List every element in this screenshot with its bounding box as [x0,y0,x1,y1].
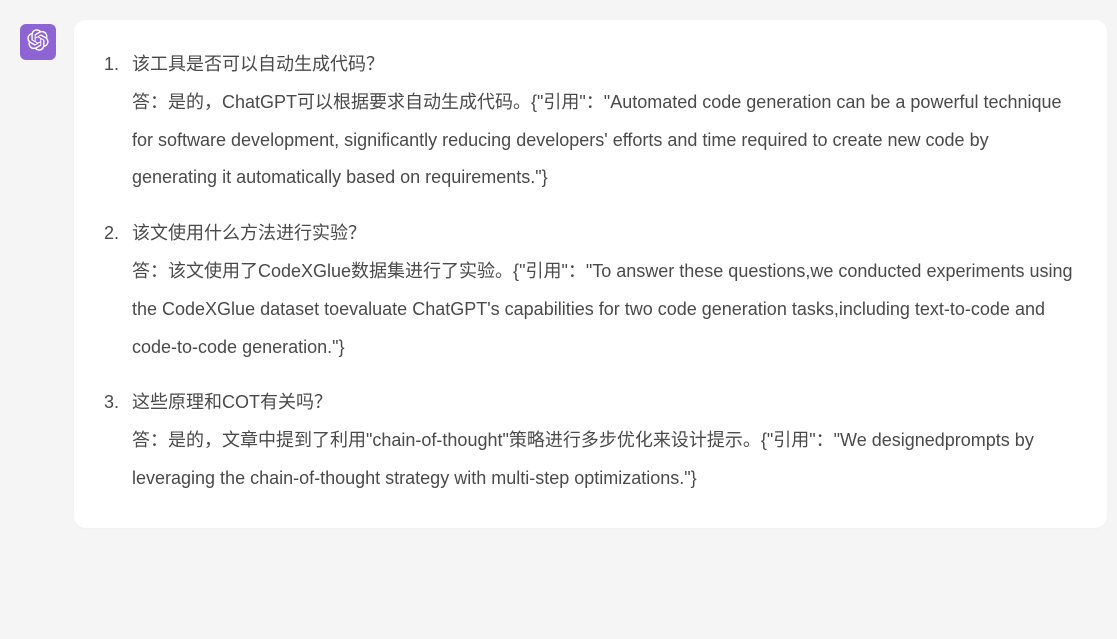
list-item: 这些原理和COT有关吗？ 答：是的，文章中提到了利用"chain-of-thou… [104,384,1077,497]
list-item: 该工具是否可以自动生成代码？ 答：是的，ChatGPT可以根据要求自动生成代码。… [104,46,1077,197]
answer-text: 答：是的，文章中提到了利用"chain-of-thought"策略进行多步优化来… [132,422,1077,498]
assistant-avatar [20,24,56,60]
question-text: 该工具是否可以自动生成代码？ [132,46,1077,84]
question-text: 这些原理和COT有关吗？ [132,384,1077,422]
openai-logo-icon [27,29,49,56]
list-item: 该文使用什么方法进行实验？ 答：该文使用了CodeXGlue数据集进行了实验。{… [104,215,1077,366]
chat-message: 该工具是否可以自动生成代码？ 答：是的，ChatGPT可以根据要求自动生成代码。… [0,0,1117,548]
answer-list: 该工具是否可以自动生成代码？ 答：是的，ChatGPT可以根据要求自动生成代码。… [104,46,1077,498]
answer-text: 答：是的，ChatGPT可以根据要求自动生成代码。{"引用"："Automate… [132,84,1077,197]
question-text: 该文使用什么方法进行实验？ [132,215,1077,253]
assistant-message-card: 该工具是否可以自动生成代码？ 答：是的，ChatGPT可以根据要求自动生成代码。… [74,20,1107,528]
answer-text: 答：该文使用了CodeXGlue数据集进行了实验。{"引用"："To answe… [132,253,1077,366]
